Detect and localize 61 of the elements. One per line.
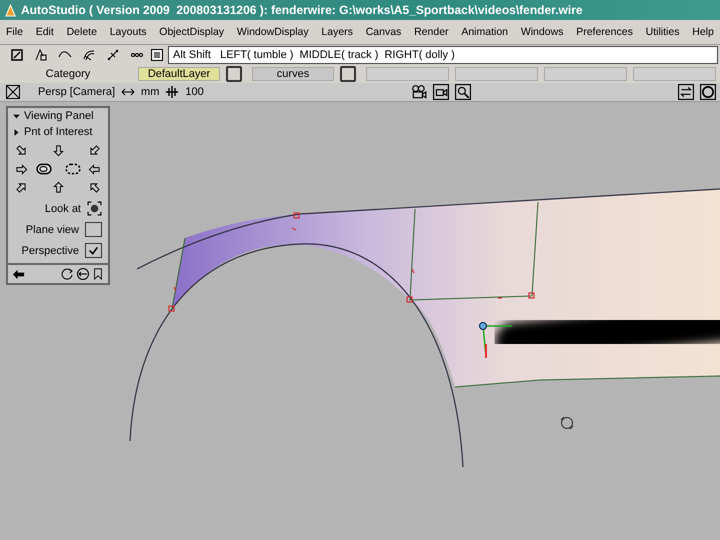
video-camera-icon[interactable] <box>432 84 449 100</box>
disclosure-triangle-icon[interactable] <box>12 112 21 120</box>
option-label: Plane view <box>26 224 79 236</box>
units-label: mm <box>141 86 160 98</box>
menu-item[interactable]: Help <box>690 24 716 40</box>
checkbox[interactable] <box>85 243 102 258</box>
arrow-icon[interactable] <box>88 181 102 194</box>
bookmark-icon[interactable] <box>92 267 104 281</box>
menu-item[interactable]: Windows <box>518 24 566 40</box>
category-label: Category <box>44 68 92 80</box>
menu-item[interactable]: Preferences <box>574 24 635 40</box>
swap-view-icon[interactable] <box>678 84 694 100</box>
layer-button[interactable]: DefaultLayer <box>138 67 220 81</box>
layer-button[interactable]: curves <box>252 67 334 81</box>
menu-item[interactable]: Canvas <box>364 24 404 40</box>
arrow-icon[interactable] <box>88 144 102 157</box>
arrow-icon[interactable] <box>14 181 28 194</box>
menu-item[interactable]: Utilities <box>644 24 682 40</box>
back-arrow-icon[interactable] <box>12 268 25 280</box>
menu-item[interactable]: WindowDisplay <box>234 24 311 40</box>
menu-item[interactable]: Layouts <box>108 24 148 40</box>
camera-icon[interactable] <box>410 84 427 100</box>
section-label[interactable]: Pnt of Interest <box>24 126 92 138</box>
arrow-icon[interactable] <box>88 162 102 176</box>
points-icon[interactable] <box>106 48 120 62</box>
arrow-icon[interactable] <box>14 162 28 176</box>
menu-item[interactable]: Render <box>412 24 451 40</box>
undo-view-icon[interactable] <box>76 267 90 281</box>
surface-icon[interactable] <box>82 48 96 62</box>
menu-item[interactable]: ObjectDisplay <box>157 24 226 40</box>
app-icon <box>4 4 17 16</box>
arrow-icon[interactable] <box>52 181 64 194</box>
frame-icon[interactable] <box>700 84 716 100</box>
pick-icon[interactable] <box>10 48 24 62</box>
view-close-icon[interactable] <box>6 85 20 99</box>
grid-size-label: 100 <box>185 86 204 98</box>
menu-item[interactable]: Delete <box>64 24 99 40</box>
zoom-icon[interactable] <box>454 84 471 100</box>
document-icon[interactable] <box>150 48 164 62</box>
reset-icon[interactable] <box>60 267 74 281</box>
collapsed-triangle-icon[interactable] <box>12 128 21 136</box>
command-line-field[interactable]: Alt Shift LEFT( tumble ) MIDDLE( track ) RIGHT( dolly ) <box>168 46 718 64</box>
menu-item[interactable]: Edit <box>34 24 56 40</box>
arrow-icon[interactable] <box>14 144 28 157</box>
menu-item[interactable]: Animation <box>459 24 510 40</box>
rotate-cursor-icon <box>560 416 574 430</box>
check-icon <box>88 245 99 256</box>
look-at-label: Look at <box>44 202 81 214</box>
menu-item[interactable]: Layers <box>319 24 355 40</box>
grid-icon <box>165 85 180 99</box>
checkbox[interactable] <box>85 222 102 237</box>
option-label: Perspective <box>22 244 79 256</box>
panel-title[interactable]: Viewing Panel <box>24 110 94 122</box>
layer-visibility-toggle[interactable] <box>226 66 242 82</box>
look-at-icon[interactable] <box>87 201 102 216</box>
menu-item[interactable]: File <box>4 24 25 40</box>
arrow-icon[interactable] <box>52 144 64 157</box>
camera-label: Persp [Camera] <box>38 86 116 98</box>
layer-visibility-toggle[interactable] <box>340 66 356 82</box>
transform-icon[interactable] <box>34 48 48 62</box>
window-title: AutoStudio ( Version 2009 200803131206 ): fenderwire: G:\works\A5_Sportback\videos\fender.wire <box>21 3 583 17</box>
